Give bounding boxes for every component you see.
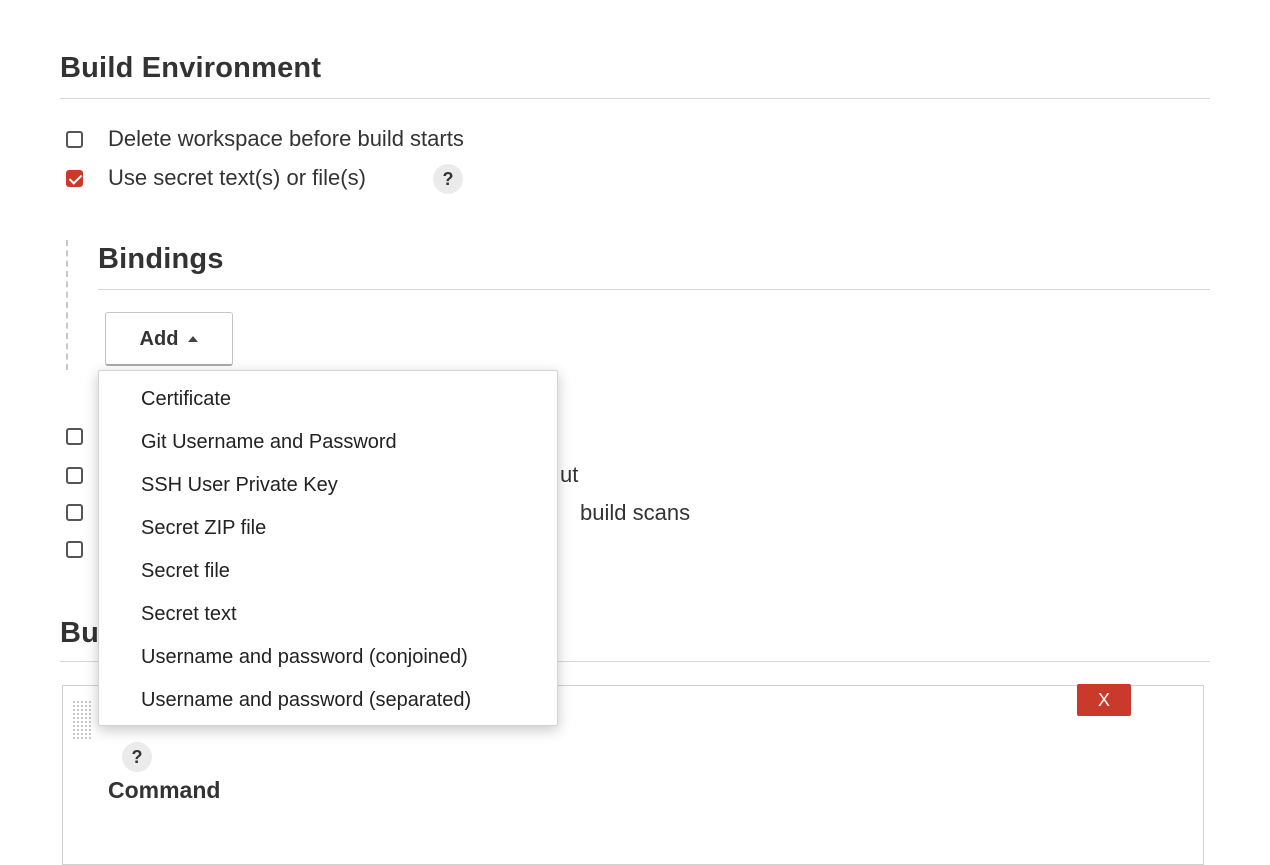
drag-handle-icon[interactable] — [72, 700, 92, 740]
build-env-option-checkbox-6[interactable] — [66, 541, 83, 558]
menu-item-certificate[interactable]: Certificate — [141, 388, 231, 411]
command-help-icon[interactable]: ? — [122, 742, 152, 772]
menu-item-git-username-password[interactable]: Git Username and Password — [141, 431, 397, 454]
delete-workspace-checkbox[interactable] — [66, 131, 83, 148]
menu-item-secret-zip-file[interactable]: Secret ZIP file — [141, 517, 266, 540]
menu-item-username-password-separated[interactable]: Username and password (separated) — [141, 689, 471, 712]
build-environment-divider — [60, 98, 1210, 99]
bindings-nesting-indicator — [66, 240, 68, 370]
build-environment-title: Build Environment — [60, 52, 322, 84]
use-secret-label[interactable]: Use secret text(s) or file(s) — [108, 165, 366, 191]
menu-item-ssh-private-key[interactable]: SSH User Private Key — [141, 474, 338, 497]
add-binding-button[interactable]: Add — [105, 312, 233, 366]
add-binding-label: Add — [139, 328, 179, 350]
delete-workspace-label[interactable]: Delete workspace before build starts — [108, 126, 464, 152]
menu-item-secret-file[interactable]: Secret file — [141, 560, 230, 583]
menu-item-secret-text[interactable]: Secret text — [141, 603, 237, 626]
menu-item-username-password-conjoined[interactable]: Username and password (conjoined) — [141, 646, 468, 669]
build-section-title: Bu — [60, 617, 100, 649]
caret-up-icon — [188, 336, 199, 342]
build-env-option-checkbox-5[interactable] — [66, 504, 83, 521]
use-secret-help-icon[interactable]: ? — [433, 164, 463, 194]
command-label: Command — [108, 777, 221, 803]
bindings-divider — [98, 289, 1210, 290]
delete-build-step-button[interactable]: X — [1077, 684, 1131, 716]
use-secret-checkbox[interactable] — [66, 170, 83, 187]
build-env-option-checkbox-4[interactable] — [66, 467, 83, 484]
bindings-title: Bindings — [98, 243, 224, 275]
build-scans-option-label-fragment[interactable]: build scans — [580, 500, 690, 526]
build-env-option-checkbox-3[interactable] — [66, 428, 83, 445]
timeout-option-label-fragment[interactable]: ut — [560, 462, 578, 488]
add-binding-menu: Certificate Git Username and Password SS… — [98, 370, 558, 726]
